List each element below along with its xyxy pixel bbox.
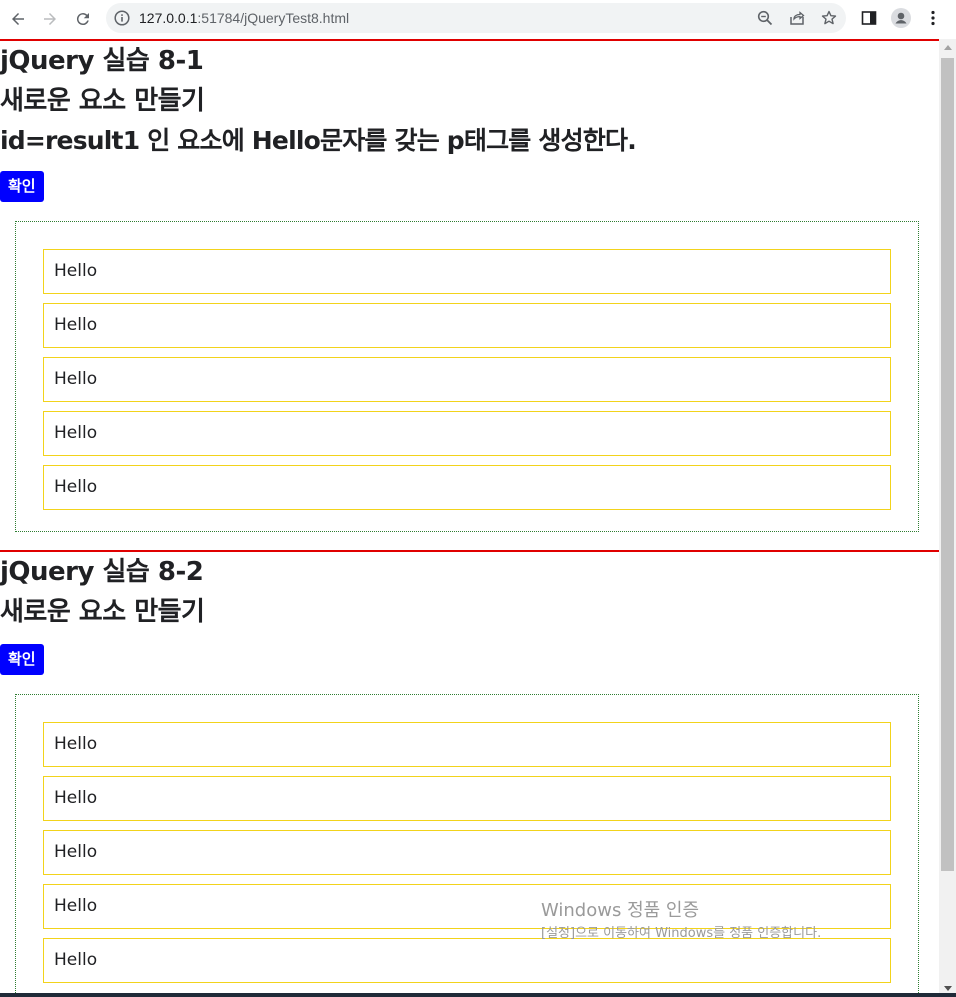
page-viewport: jQuery 실습 8-1 새로운 요소 만들기 id=result1 인 요소…	[0, 39, 939, 997]
vertical-scrollbar[interactable]	[939, 39, 956, 997]
hello-paragraph: Hello	[43, 776, 891, 821]
caret-down-icon	[943, 986, 952, 991]
side-panel-button[interactable]	[859, 8, 879, 28]
share-icon[interactable]	[789, 10, 805, 26]
confirm-button[interactable]: 확인	[0, 171, 44, 202]
profile-button[interactable]	[891, 8, 911, 28]
zoom-icon[interactable]	[757, 10, 773, 26]
section-title: jQuery 실습 8-1	[0, 46, 204, 76]
url-text: 127.0.0.1:51784/jQueryTest8.html	[139, 3, 349, 33]
url-path: :51784/jQueryTest8.html	[197, 10, 350, 26]
hello-paragraph: Hello	[43, 884, 891, 929]
address-bar[interactable]: 127.0.0.1:51784/jQueryTest8.html	[106, 3, 846, 33]
side-panel-icon	[861, 11, 877, 25]
back-button[interactable]	[6, 7, 30, 31]
arrow-right-icon	[44, 13, 56, 25]
section-description: id=result1 인 요소에 Hello문자를 갖는 p태그를 생성한다.	[0, 126, 637, 155]
forward-button[interactable]	[38, 7, 62, 31]
result2-box: Hello Hello Hello Hello Hello	[15, 694, 919, 997]
reload-button[interactable]	[71, 7, 95, 31]
hello-paragraph: Hello	[43, 722, 891, 767]
hello-paragraph: Hello	[43, 303, 891, 348]
result1-box: Hello Hello Hello Hello Hello	[15, 221, 919, 532]
star-icon[interactable]	[821, 10, 837, 26]
browser-toolbar: 127.0.0.1:51784/jQueryTest8.html	[0, 0, 956, 38]
avatar-icon	[891, 8, 911, 28]
url-host: 127.0.0.1	[139, 10, 198, 26]
scroll-up-button[interactable]	[939, 39, 956, 56]
section-subtitle: 새로운 요소 만들기	[0, 597, 205, 627]
more-vert-icon	[931, 10, 935, 26]
hello-paragraph: Hello	[43, 411, 891, 456]
scrollbar-thumb[interactable]	[941, 58, 954, 871]
caret-up-icon	[943, 45, 952, 50]
section-8-2: jQuery 실습 8-2 새로운 요소 만들기 확인 Hello Hello …	[0, 550, 939, 997]
hello-paragraph: Hello	[43, 938, 891, 983]
hello-paragraph: Hello	[43, 249, 891, 294]
section-title: jQuery 실습 8-2	[0, 557, 204, 587]
hello-paragraph: Hello	[43, 465, 891, 510]
arrow-left-icon	[12, 13, 24, 25]
reload-icon	[76, 13, 89, 26]
info-icon[interactable]	[114, 10, 130, 26]
menu-button[interactable]	[923, 8, 943, 28]
hello-paragraph: Hello	[43, 830, 891, 875]
section-subtitle: 새로운 요소 만들기	[0, 86, 205, 116]
confirm-button[interactable]: 확인	[0, 644, 44, 675]
section-8-1: jQuery 실습 8-1 새로운 요소 만들기 id=result1 인 요소…	[0, 39, 939, 532]
taskbar-edge	[0, 993, 956, 997]
hello-paragraph: Hello	[43, 357, 891, 402]
